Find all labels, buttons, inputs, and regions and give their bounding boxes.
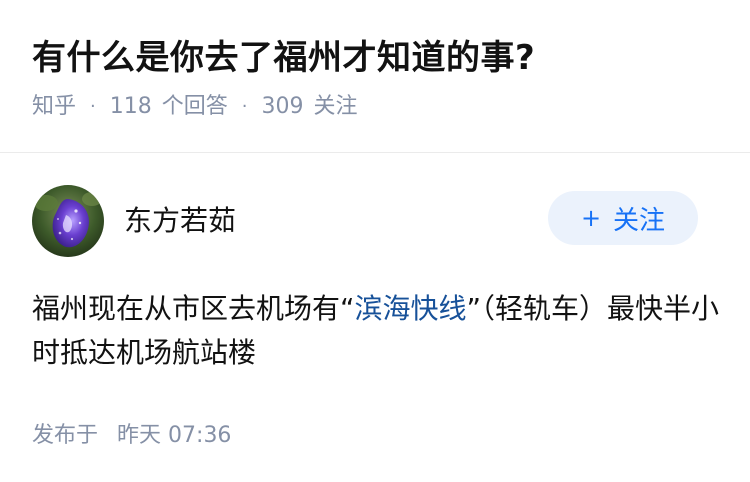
answers-count: 118	[109, 94, 152, 119]
answers-label[interactable]: 个回答	[162, 90, 228, 124]
question-header: 有什么是你去了福州才知道的事? 知乎 · 118 个回答 · 309 关注	[0, 0, 750, 152]
publish-time: 发布于 昨天 07:36	[32, 419, 718, 453]
avatar[interactable]	[32, 185, 104, 257]
answer-card: 东方若茹 + 关注 福州现在从市区去机场有“滨海快线”（轻轨车）最快半小时抵达机…	[0, 153, 750, 453]
published-time: 07:36	[168, 423, 232, 448]
content-text-before: 福州现在从市区去机场有“	[32, 292, 355, 325]
avatar-flower-image	[32, 185, 104, 257]
follow-label: 关注	[613, 205, 666, 236]
author-row: 东方若茹 + 关注	[32, 183, 718, 259]
author-name[interactable]: 东方若茹	[124, 201, 236, 241]
source-label[interactable]: 知乎	[32, 90, 76, 124]
answer-content[interactable]: 福州现在从市区去机场有“滨海快线”（轻轨车）最快半小时抵达机场航站楼	[32, 287, 722, 375]
separator-dot: ·	[241, 96, 248, 117]
followers-count: 309	[261, 94, 304, 119]
question-title[interactable]: 有什么是你去了福州才知道的事?	[32, 34, 718, 82]
question-meta: 知乎 · 118 个回答 · 309 关注	[32, 90, 718, 124]
plus-icon: +	[580, 204, 602, 232]
content-link[interactable]: 滨海快线	[355, 292, 467, 325]
followers-label[interactable]: 关注	[314, 90, 358, 124]
follow-button[interactable]: + 关注	[548, 191, 698, 245]
published-label: 发布于	[32, 423, 99, 448]
separator-dot: ·	[90, 96, 96, 117]
published-day: 昨天	[117, 423, 162, 448]
